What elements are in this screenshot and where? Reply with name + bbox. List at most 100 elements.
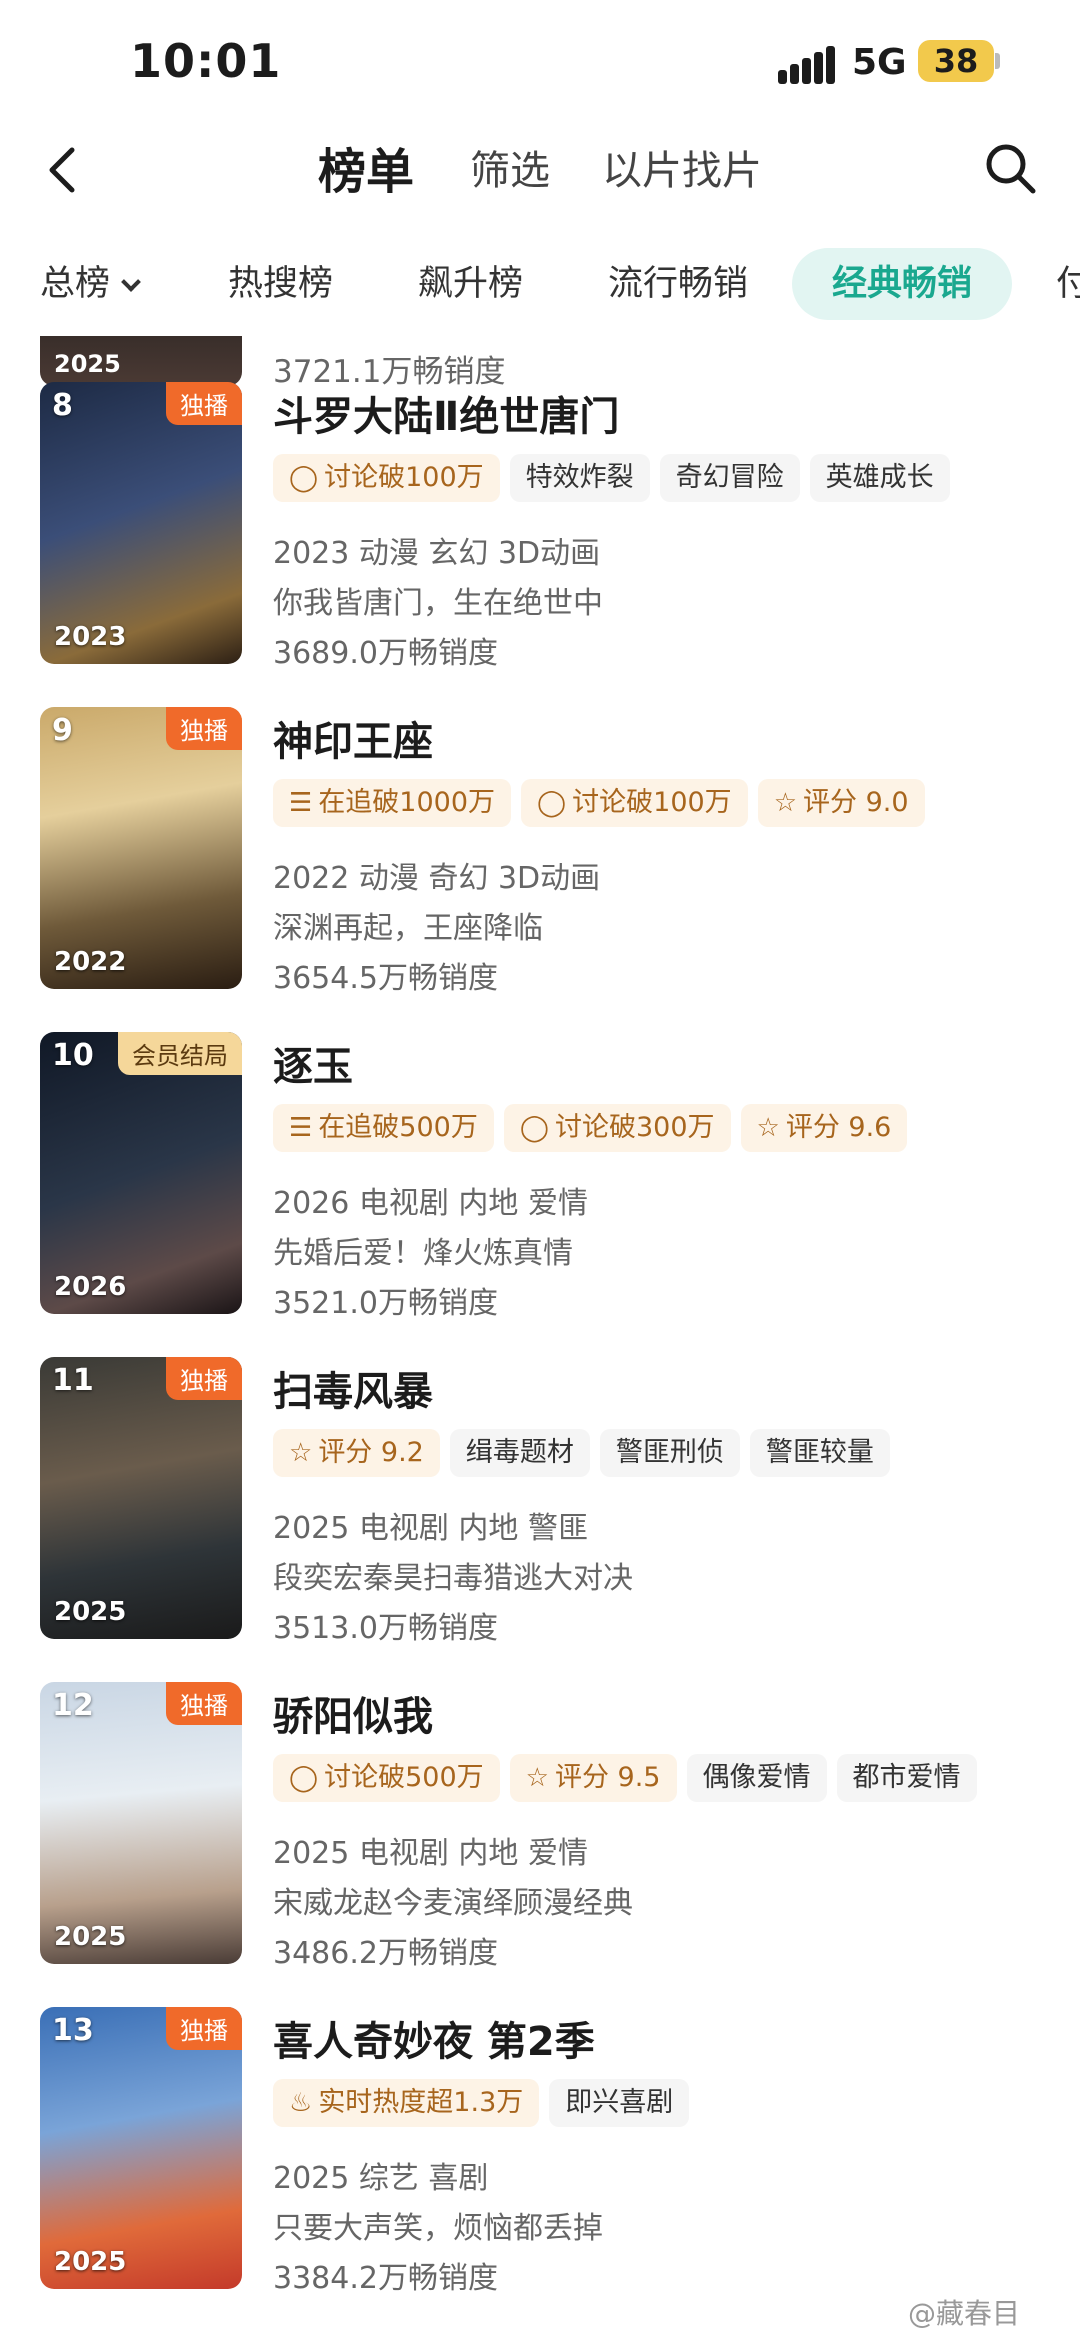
tab-find-by-clip[interactable]: 以片找片: [602, 138, 762, 196]
tag: 即兴喜剧: [549, 2079, 690, 2127]
poster-year: 2025: [54, 350, 121, 378]
poster-badge: 独播: [166, 707, 242, 750]
battery-icon: 38: [918, 40, 994, 82]
tag: ◯ 讨论破100万: [521, 779, 748, 827]
tag-label: 实时热度超1.3万: [318, 2087, 524, 2118]
tab-filter[interactable]: 筛选: [470, 138, 550, 196]
tag: ◯ 讨论破500万: [273, 1754, 500, 1802]
rank-number: 12: [52, 1688, 94, 1723]
tag-label: 讨论破500万: [324, 1762, 484, 1793]
item-title: 斗罗大陆Ⅱ绝世唐门: [273, 394, 620, 440]
tag-label: 讨论破300万: [554, 1112, 715, 1143]
item-meta: 2025 电视剧 内地 警匪: [273, 1511, 588, 1546]
category-label: 总榜: [40, 264, 111, 304]
status-bar: 10:01 5G 38: [0, 0, 1080, 130]
chevron-down-icon: [121, 272, 141, 292]
poster: 8 独播 2023: [40, 382, 242, 664]
category-popular[interactable]: 流行畅销: [608, 248, 748, 320]
poster-badge: 独播: [166, 1357, 242, 1400]
category-more[interactable]: 付: [1056, 248, 1080, 320]
item-title: 逐玉: [273, 1044, 353, 1090]
item-title: 喜人奇妙夜 第2季: [273, 2019, 595, 2065]
tag: 特效炸裂: [509, 454, 650, 502]
poster: 2025: [40, 336, 242, 386]
tag: 都市爱情: [836, 1754, 977, 1802]
item-sales: 3521.0万畅销度: [273, 1286, 498, 1321]
item-sales: 3513.0万畅销度: [273, 1611, 498, 1646]
tag-label: 讨论破100万: [572, 787, 732, 818]
comment-icon: ◯: [537, 788, 567, 818]
item-sales: 3384.2万畅销度: [273, 2261, 498, 2296]
category-hot-search[interactable]: 热搜榜: [228, 248, 333, 320]
tag: ☆ 评分 9.0: [757, 779, 925, 827]
list-item[interactable]: 8 独播 2023 斗罗大陆Ⅱ绝世唐门 ◯ 讨论破100万 特效炸裂 奇幻冒险 英雄成长 2023…: [0, 382, 1080, 672]
tag: 警匪刑侦: [599, 1429, 740, 1477]
battery-tip: [995, 53, 1000, 69]
item-meta: 2025 电视剧 内地 爱情: [273, 1836, 588, 1871]
search-icon[interactable]: [980, 138, 1040, 198]
fire-icon: ♨: [289, 2088, 313, 2118]
tag-label: 偶像爱情: [702, 1762, 811, 1793]
list-item[interactable]: 9 独播 2022 神印王座 ☰ 在追破1000万 ◯ 讨论破100万 ☆ 评分 9.0 2022 …: [0, 707, 1080, 997]
category-rising[interactable]: 飙升榜: [418, 248, 523, 320]
item-slogan: 深渊再起，王座降临: [273, 911, 543, 946]
header: 榜单 筛选 以片找片: [0, 120, 1080, 220]
star-icon: ☆: [773, 788, 797, 818]
poster-year: 2025: [54, 1597, 127, 1627]
tag-row: ☆ 评分 9.2 缉毒题材 警匪刑侦 警匪较量: [273, 1429, 900, 1479]
tag: ☰ 在追破1000万: [273, 779, 512, 827]
tag-label: 评分 9.2: [318, 1437, 424, 1468]
tag-label: 英雄成长: [825, 462, 934, 493]
follow-list-icon: ☰: [289, 788, 313, 818]
tab-ranking[interactable]: 榜单: [318, 132, 414, 202]
poster: 9 独播 2022: [40, 707, 242, 989]
status-time: 10:01: [130, 34, 282, 88]
poster: 10 会员结局 2026: [40, 1032, 242, 1314]
list-item-partial[interactable]: 2025 3721.1万畅销度: [0, 336, 1080, 390]
poster-year: 2022: [54, 947, 127, 977]
item-sales: 3486.2万畅销度: [273, 1936, 498, 1971]
network-type: 5G: [852, 42, 907, 83]
poster-badge: 独播: [166, 382, 242, 425]
tag: 警匪较量: [749, 1429, 890, 1477]
tag-row: ♨ 实时热度超1.3万 即兴喜剧: [273, 2079, 699, 2129]
comment-icon: ◯: [289, 463, 319, 493]
tag-label: 在追破500万: [318, 1112, 478, 1143]
tag-row: ☰ 在追破500万 ◯ 讨论破300万 ☆ 评分 9.6: [273, 1104, 917, 1154]
poster-year: 2026: [54, 1272, 127, 1302]
rank-number: 13: [52, 2013, 94, 2048]
rank-number: 8: [52, 388, 73, 423]
tag-label: 评分 9.0: [803, 787, 909, 818]
back-icon[interactable]: [36, 140, 96, 200]
item-slogan: 段奕宏秦昊扫毒猎逃大对决: [273, 1561, 633, 1596]
list-item[interactable]: 13 独播 2025 喜人奇妙夜 第2季 ♨ 实时热度超1.3万 即兴喜剧 2025 综艺 喜…: [0, 2007, 1080, 2297]
tag: ☆ 评分 9.6: [740, 1104, 908, 1152]
tag: ☆ 评分 9.2: [273, 1429, 440, 1477]
category-total[interactable]: 总榜: [40, 248, 141, 320]
tag-label: 奇幻冒险: [675, 462, 784, 493]
list-item[interactable]: 10 会员结局 2026 逐玉 ☰ 在追破500万 ◯ 讨论破300万 ☆ 评分 9.6 2026 …: [0, 1032, 1080, 1322]
tag-label: 缉毒题材: [465, 1437, 574, 1468]
tag-label: 特效炸裂: [525, 462, 634, 493]
star-icon: ☆: [756, 1113, 780, 1143]
tag: ♨ 实时热度超1.3万: [273, 2079, 540, 2127]
tag-label: 警匪较量: [765, 1437, 874, 1468]
watermark: @藏春目: [908, 2297, 1021, 2330]
list-item[interactable]: 11 独播 2025 扫毒风暴 ☆ 评分 9.2 缉毒题材 警匪刑侦 警匪较量 2025 电视剧 …: [0, 1357, 1080, 1647]
category-tabs: 总榜 热搜榜 飙升榜 流行畅销 经典畅销 付: [0, 248, 1080, 328]
list-item[interactable]: 12 独播 2025 骄阳似我 ◯ 讨论破500万 ☆ 评分 9.5 偶像爱情 都市爱情 2025 …: [0, 1682, 1080, 1972]
poster: 11 独播 2025: [40, 1357, 242, 1639]
tag-label: 评分 9.5: [554, 1762, 661, 1793]
tag-label: 警匪刑侦: [615, 1437, 724, 1468]
poster-year: 2025: [54, 1922, 127, 1952]
item-meta: 2023 动漫 玄幻 3D动画: [273, 536, 601, 571]
tag: 偶像爱情: [686, 1754, 827, 1802]
tag-row: ◯ 讨论破100万 特效炸裂 奇幻冒险 英雄成长: [273, 454, 960, 504]
tag-row: ◯ 讨论破500万 ☆ 评分 9.5 偶像爱情 都市爱情: [273, 1754, 987, 1804]
poster-year: 2025: [54, 2247, 127, 2277]
tag: 英雄成长: [809, 454, 950, 502]
category-classic[interactable]: 经典畅销: [792, 248, 1013, 320]
follow-list-icon: ☰: [289, 1113, 313, 1143]
item-title: 扫毒风暴: [273, 1369, 433, 1415]
rank-number: 11: [52, 1363, 94, 1398]
